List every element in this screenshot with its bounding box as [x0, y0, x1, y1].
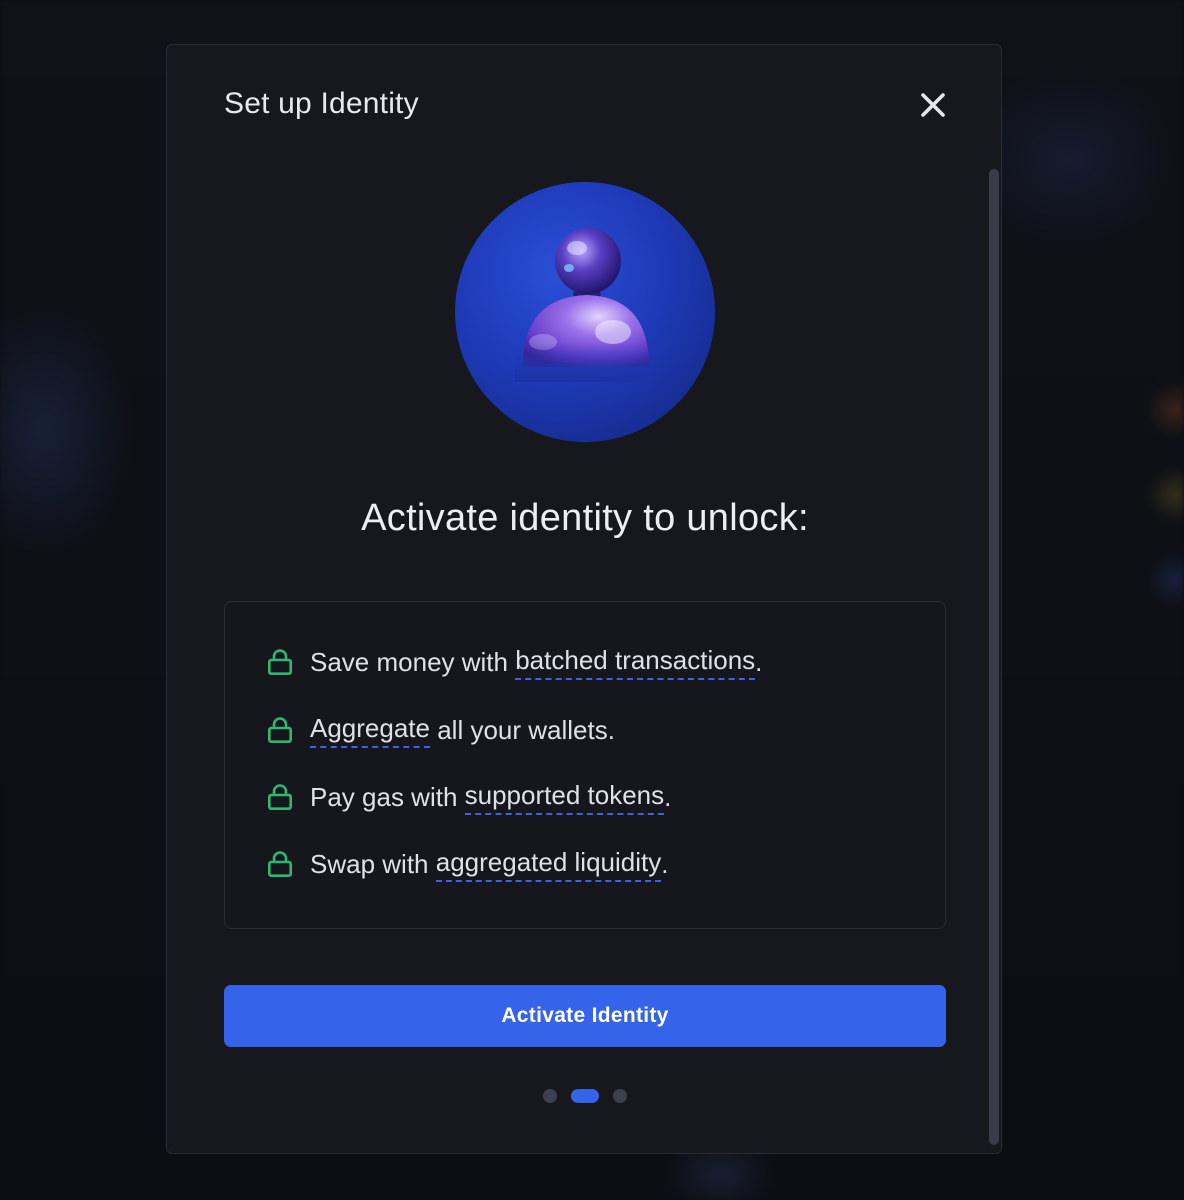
feature-text-suffix: .	[661, 848, 669, 879]
feature-item-aggregate-wallets: Aggregate all your wallets.	[267, 710, 615, 750]
pagination-dot-2-active[interactable]	[571, 1089, 599, 1103]
lock-icon	[267, 851, 292, 877]
feature-item-batched-transactions: Save money with batched transactions.	[267, 642, 762, 682]
lock-icon	[267, 649, 292, 675]
feature-text-prefix: Swap with	[310, 848, 436, 879]
pagination-dot-1[interactable]	[543, 1089, 557, 1103]
feature-text-suffix: .	[755, 646, 763, 677]
identity-setup-modal: Set up Identity Activate identity to unl…	[166, 44, 1002, 1154]
feature-item-aggregated-liquidity: Swap with aggregated liquidity.	[267, 844, 668, 884]
pagination-dots	[167, 1089, 1003, 1103]
aggregate-link[interactable]: Aggregate	[310, 713, 430, 748]
feature-text-prefix: Pay gas with	[310, 781, 465, 812]
batched-transactions-link[interactable]: batched transactions	[515, 645, 756, 680]
scrollbar[interactable]	[989, 169, 999, 1145]
aggregated-liquidity-link[interactable]: aggregated liquidity	[435, 847, 662, 882]
activate-identity-button[interactable]: Activate Identity	[224, 985, 946, 1047]
feature-item-supported-tokens: Pay gas with supported tokens.	[267, 777, 671, 817]
close-icon	[921, 93, 945, 117]
pagination-dot-3[interactable]	[613, 1089, 627, 1103]
modal-title: Set up Identity	[224, 87, 419, 120]
feature-text-suffix: .	[664, 781, 672, 812]
unlock-headline: Activate identity to unlock:	[361, 497, 809, 539]
close-button[interactable]	[915, 87, 951, 123]
lock-icon	[267, 784, 292, 810]
lock-icon	[267, 717, 292, 743]
feature-list: Save money with batched transactions. Ag…	[224, 601, 946, 929]
feature-text-suffix: all your wallets.	[429, 714, 615, 745]
supported-tokens-link[interactable]: supported tokens	[464, 780, 665, 815]
identity-avatar-icon	[455, 182, 715, 442]
feature-text-prefix: Save money with	[310, 646, 516, 677]
